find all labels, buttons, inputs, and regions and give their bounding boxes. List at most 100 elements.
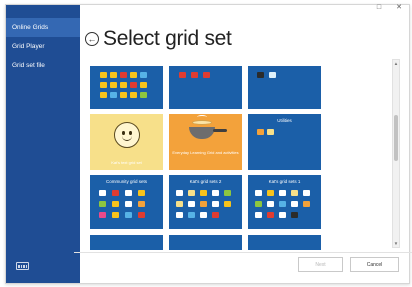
symbol-tile [120,92,127,98]
sidebar-item-grid-player[interactable]: Grid Player [6,37,80,56]
symbol-tile [110,72,117,78]
grid-set-card-11[interactable] [169,235,242,250]
symbol-tile [176,212,183,218]
symbol-tile [120,72,127,78]
maximize-button[interactable]: □ [373,3,385,12]
symbol-tile [191,72,198,78]
symbol-tile [140,92,147,98]
symbol-tile [99,190,106,196]
symbol-tile [138,190,145,196]
symbol-tile [303,201,310,207]
symbol-tile [279,190,286,196]
symbol-tile [291,212,298,218]
symbol-tile [188,212,195,218]
grid-set-list: Kat's text grid set Everyday Learning Gr… [83,60,393,250]
symbol-tile [203,72,210,78]
symbol-tile [130,92,137,98]
sidebar-item-online-grids[interactable]: Online Grids [6,18,80,37]
scroll-down-arrow-icon[interactable]: ▼ [393,240,399,247]
cancel-button[interactable]: Cancel [350,257,399,272]
symbol-tile [130,72,137,78]
card-caption: Everyday Learning Grid and activities [172,150,239,155]
smiley-face-icon [114,122,140,148]
symbol-tile [267,129,274,135]
symbol-tile [179,72,186,78]
grid-set-card-everyday-learning[interactable]: Everyday Learning Grid and activities [169,114,242,170]
symbol-tile [100,72,107,78]
symbol-tile [112,190,119,196]
symbol-tile [200,190,207,196]
symbol-tile [125,190,132,196]
symbol-tile [257,72,264,78]
symbol-tile [110,82,117,88]
symbol-tile [110,92,117,98]
symbol-tile [200,212,207,218]
symbol-tile [200,201,207,207]
sidebar: Online Grids Grid Player Grid set file [6,5,80,283]
grid-set-card-12[interactable] [248,235,321,250]
symbol-tile [100,92,107,98]
symbol-tile [224,201,231,207]
symbol-tile [255,201,262,207]
symbol-tile [303,190,310,196]
symbol-tile [255,190,262,196]
symbol-tile [125,201,132,207]
vertical-scrollbar[interactable]: ▲ ▼ [392,59,400,248]
symbol-tile [267,212,274,218]
card-title: Kat's grid sets 1 [268,179,301,184]
symbol-tile [257,129,264,135]
symbol-tile [112,201,119,207]
symbol-tile [188,201,195,207]
symbol-tile [267,201,274,207]
frying-pan-icon [189,127,215,139]
card-caption: Kat's text grid set [111,160,142,165]
symbol-tile [176,201,183,207]
card-title: Kat's grid sets 2 [189,179,222,184]
symbol-tile [138,201,145,207]
grid-set-card-2[interactable] [169,66,242,109]
scroll-thumb[interactable] [394,115,398,161]
symbol-tile [255,212,262,218]
symbol-tile [130,82,137,88]
symbol-tile [267,190,274,196]
scroll-up-arrow-icon[interactable]: ▲ [393,60,399,67]
grid-set-card-kats-text[interactable]: Kat's text grid set [90,114,163,170]
symbol-tile [279,212,286,218]
symbol-tile [99,201,106,207]
next-button[interactable]: Next [298,257,343,272]
back-arrow-circle-icon[interactable]: ← [85,32,99,46]
symbol-tile [291,190,298,196]
symbol-tile [125,212,132,218]
card-title: Utilities [277,118,292,123]
pancake-icon [192,120,212,125]
page-title: Select grid set [103,27,232,50]
card-title: Community grid sets [105,179,147,184]
symbol-tile [138,212,145,218]
close-button[interactable]: ✕ [393,3,405,12]
symbol-tile [212,201,219,207]
symbol-tile [120,82,127,88]
symbol-tile [224,190,231,196]
grid-set-card-community[interactable]: Community grid sets [90,175,163,229]
grid-set-card-kats-1[interactable]: Kat's grid sets 1 [248,175,321,229]
symbol-tile [291,201,298,207]
grid-set-card-1[interactable] [90,66,163,109]
symbol-tile [176,190,183,196]
sidebar-item-grid-set-file[interactable]: Grid set file [6,56,80,75]
symbol-tile [269,72,276,78]
keyboard-icon[interactable] [16,262,29,270]
grid-set-card-kats-2[interactable]: Kat's grid sets 2 [169,175,242,229]
footer-divider [74,252,412,253]
symbol-tile [188,190,195,196]
symbol-tile [140,82,147,88]
symbol-tile [112,212,119,218]
grid-set-card-utilities[interactable]: Utilities [248,114,321,170]
symbol-tile [212,190,219,196]
grid-set-card-10[interactable] [90,235,163,250]
symbol-tile [100,82,107,88]
grid-set-card-3[interactable] [248,66,321,109]
page-header: ← Select grid set [85,25,232,53]
symbol-tile [99,212,106,218]
symbol-tile [279,201,286,207]
symbol-tile [212,212,219,218]
